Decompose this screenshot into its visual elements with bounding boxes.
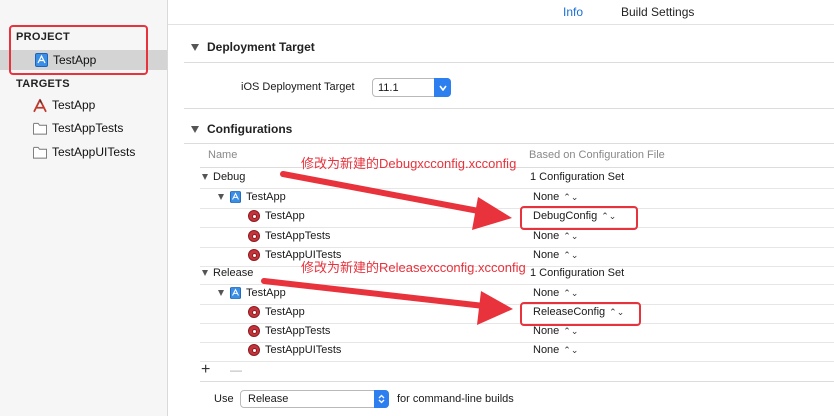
target-name: TestAppUITests bbox=[265, 344, 342, 356]
popup-arrows-icon bbox=[434, 78, 451, 97]
disclosure-triangle-icon bbox=[191, 125, 199, 133]
popup-arrows-icon: ⌃⌄ bbox=[563, 325, 579, 336]
project-name: TestApp bbox=[246, 191, 286, 203]
config-row-debug-project[interactable]: TestApp None ⌃⌄ bbox=[200, 189, 834, 209]
folder-icon bbox=[33, 145, 47, 159]
config-name: Debug bbox=[213, 171, 246, 183]
config-file-popup[interactable]: None ⌃⌄ bbox=[533, 249, 578, 261]
sidebar-item-label: TestAppTests bbox=[52, 121, 124, 135]
remove-configuration-button[interactable]: — bbox=[230, 363, 242, 377]
target-name: TestAppTests bbox=[265, 230, 331, 242]
config-file-popup[interactable]: None ⌃⌄ bbox=[533, 325, 578, 337]
popup-value: None bbox=[533, 287, 560, 299]
column-header-file: Based on Configuration File bbox=[529, 149, 665, 161]
tab-build-settings[interactable]: Build Settings bbox=[621, 5, 694, 19]
xcode-project-icon bbox=[229, 191, 241, 203]
popup-arrows-icon: ⌃⌄ bbox=[563, 191, 579, 202]
add-configuration-button[interactable]: + bbox=[201, 361, 210, 379]
config-summary: 1 Configuration Set bbox=[530, 267, 625, 279]
config-row-release-target-tests[interactable]: TestAppTests None ⌃⌄ bbox=[200, 323, 834, 343]
target-icon bbox=[248, 249, 260, 261]
sidebar-item-target-uitests[interactable]: TestAppUITests bbox=[0, 142, 167, 162]
config-row-release-target-uitests[interactable]: TestAppUITests None ⌃⌄ bbox=[200, 342, 834, 362]
annotation-release-note: 修改为新建的Releasexcconfig.xcconfig bbox=[301, 260, 526, 275]
target-name: TestApp bbox=[265, 210, 305, 222]
annotation-box-project bbox=[9, 25, 148, 75]
popup-arrows-icon bbox=[374, 390, 389, 408]
config-row-debug-target-tests[interactable]: TestAppTests None ⌃⌄ bbox=[200, 228, 834, 248]
ios-deployment-target-label: iOS Deployment Target bbox=[241, 81, 355, 93]
target-icon bbox=[248, 306, 260, 318]
disclosure-triangle-icon bbox=[218, 290, 224, 296]
popup-value: Release bbox=[248, 393, 289, 405]
popup-value: None bbox=[533, 249, 560, 261]
target-icon bbox=[248, 344, 260, 356]
annotation-box-debugconfig bbox=[520, 206, 638, 230]
annotation-box-releaseconfig bbox=[520, 302, 641, 326]
annotation-debug-note: 修改为新建的Debugxcconfig.xcconfig bbox=[301, 156, 517, 171]
config-file-popup[interactable]: None ⌃⌄ bbox=[533, 287, 578, 299]
command-line-config-popup[interactable]: Release bbox=[240, 390, 389, 408]
editor-tab-bar: Info Build Settings bbox=[168, 0, 834, 25]
disclosure-triangle-icon bbox=[191, 43, 199, 51]
target-icon bbox=[248, 210, 260, 222]
popup-value: None bbox=[533, 325, 560, 337]
popup-value: 11.1 bbox=[378, 82, 399, 94]
use-label: Use bbox=[214, 393, 234, 405]
folder-icon bbox=[33, 121, 47, 135]
config-file-popup[interactable]: None ⌃⌄ bbox=[533, 191, 578, 203]
sidebar-item-target-app[interactable]: TestApp bbox=[0, 95, 167, 115]
popup-arrows-icon: ⌃⌄ bbox=[563, 287, 579, 298]
sidebar-item-target-tests[interactable]: TestAppTests bbox=[0, 118, 167, 138]
section-title: Deployment Target bbox=[207, 40, 315, 54]
xcode-project-icon bbox=[229, 287, 241, 299]
popup-value: None bbox=[533, 230, 560, 242]
popup-value: None bbox=[533, 344, 560, 356]
target-name: TestAppTests bbox=[265, 325, 331, 337]
target-icon bbox=[248, 230, 260, 242]
config-summary: 1 Configuration Set bbox=[530, 171, 625, 183]
config-name: Release bbox=[213, 267, 254, 279]
config-row-debug-target-app[interactable]: TestApp DebugConfig ⌃⌄ bbox=[200, 208, 834, 228]
popup-arrows-icon: ⌃⌄ bbox=[563, 249, 579, 260]
popup-arrows-icon: ⌃⌄ bbox=[563, 344, 579, 355]
section-title: Configurations bbox=[207, 122, 293, 136]
command-line-suffix: for command-line builds bbox=[397, 393, 514, 405]
section-configurations[interactable]: Configurations bbox=[191, 122, 292, 136]
sidebar-item-label: TestApp bbox=[52, 98, 96, 112]
app-target-icon bbox=[33, 98, 47, 112]
project-name: TestApp bbox=[246, 287, 286, 299]
target-name: TestApp bbox=[265, 306, 305, 318]
tab-info[interactable]: Info bbox=[563, 5, 583, 19]
config-row-release-target-app[interactable]: TestApp ReleaseConfig ⌃⌄ bbox=[200, 304, 834, 324]
popup-arrows-icon: ⌃⌄ bbox=[563, 230, 579, 241]
ios-deployment-target-popup[interactable]: 11.1 bbox=[372, 78, 451, 97]
config-row-debug[interactable]: Debug 1 Configuration Set bbox=[200, 169, 834, 189]
disclosure-triangle-icon bbox=[218, 194, 224, 200]
config-row-release-project[interactable]: TestApp None ⌃⌄ bbox=[200, 285, 834, 305]
disclosure-triangle-icon bbox=[202, 270, 208, 276]
sidebar-item-label: TestAppUITests bbox=[52, 145, 136, 159]
popup-value: None bbox=[533, 191, 560, 203]
disclosure-triangle-icon bbox=[202, 174, 208, 180]
config-file-popup[interactable]: None ⌃⌄ bbox=[533, 344, 578, 356]
target-icon bbox=[248, 325, 260, 337]
column-header-name: Name bbox=[208, 149, 238, 161]
section-deployment-target[interactable]: Deployment Target bbox=[191, 40, 315, 54]
config-file-popup[interactable]: None ⌃⌄ bbox=[533, 230, 578, 242]
targets-header: TARGETS bbox=[16, 78, 70, 90]
